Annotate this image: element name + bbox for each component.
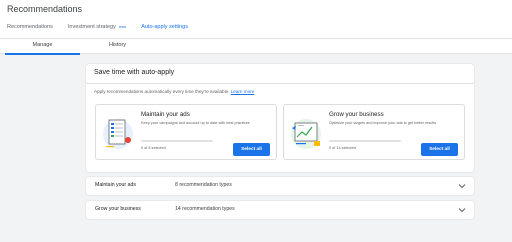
select-all-button[interactable]: Select all bbox=[421, 143, 458, 156]
grow-business-card: Grow your business Optimize your targets… bbox=[283, 104, 465, 160]
maintain-ads-section[interactable]: Maintain your ads 8 recommendation types bbox=[86, 177, 474, 195]
subtab-history[interactable]: History bbox=[80, 42, 155, 48]
card-title: Save time with auto-apply bbox=[86, 64, 474, 84]
select-all-button[interactable]: Select all bbox=[233, 143, 270, 156]
card-description: Apply recommendations automatically ever… bbox=[94, 89, 254, 94]
selection-progress-bar bbox=[141, 140, 213, 142]
sub-tab-bar: Manage History bbox=[0, 38, 512, 55]
tab-auto-apply-settings[interactable]: Auto-apply settings bbox=[141, 22, 188, 39]
section-name: Maintain your ads bbox=[95, 182, 136, 188]
card-heading: Maintain your ads bbox=[141, 111, 190, 118]
description-text: Apply recommendations automatically ever… bbox=[94, 89, 230, 94]
section-name: Grow your business bbox=[95, 206, 141, 212]
section-count: 14 recommendation types bbox=[175, 206, 235, 212]
auto-apply-card: Save time with auto-apply Apply recommen… bbox=[86, 64, 474, 172]
tab-bar: Recommendations Investment strategy new A… bbox=[7, 22, 203, 39]
grow-business-section[interactable]: Grow your business 14 recommendation typ… bbox=[86, 201, 474, 219]
growth-chart-illustration-icon bbox=[291, 119, 321, 149]
tab-label: Recommendations bbox=[7, 24, 53, 30]
chevron-down-icon[interactable] bbox=[457, 205, 467, 215]
chevron-down-icon[interactable] bbox=[457, 181, 467, 191]
selection-progress-bar bbox=[329, 140, 401, 142]
card-text: Optimize your targets and improve your a… bbox=[329, 121, 437, 125]
top-bar: Recommendations Recommendations Investme… bbox=[0, 0, 512, 39]
section-count: 8 recommendation types bbox=[175, 182, 232, 188]
ads-maintenance-illustration-icon bbox=[103, 119, 133, 149]
new-badge: new bbox=[118, 24, 127, 29]
tab-label: Investment strategy bbox=[67, 24, 116, 30]
page-title: Recommendations bbox=[7, 4, 83, 14]
selected-count: 0 of 8 selected bbox=[141, 146, 166, 150]
selected-count: 0 of 14 selected bbox=[329, 146, 356, 150]
tab-investment-strategy[interactable]: Investment strategy new bbox=[68, 22, 126, 38]
card-text: Keep your campaigns and account up to da… bbox=[141, 121, 250, 125]
tab-recommendations[interactable]: Recommendations bbox=[7, 22, 53, 38]
learn-more-link[interactable]: Learn more bbox=[231, 89, 255, 94]
card-heading: Grow your business bbox=[329, 111, 384, 118]
tab-label: Auto-apply settings bbox=[141, 24, 188, 30]
subtab-manage[interactable]: Manage bbox=[5, 42, 80, 55]
maintain-ads-card: Maintain your ads Keep your campaigns an… bbox=[95, 104, 277, 160]
